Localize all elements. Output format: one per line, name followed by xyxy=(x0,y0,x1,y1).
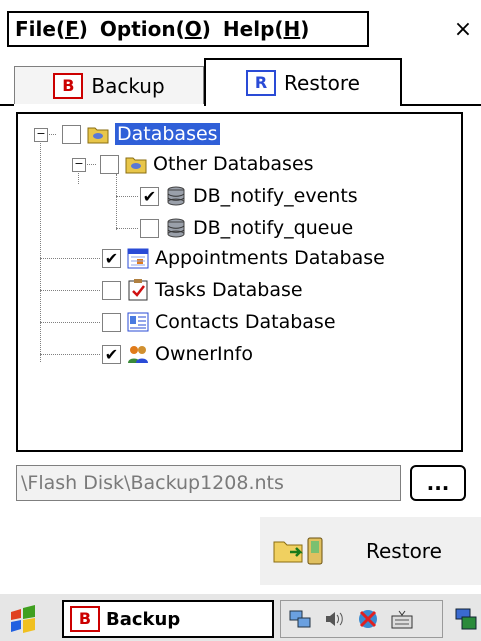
system-tray xyxy=(280,600,443,638)
tree-item-other-databases[interactable]: Other Databases xyxy=(100,149,314,179)
tree-item-ownerinfo[interactable]: ✔ OwnerInfo xyxy=(102,339,253,369)
tree-line xyxy=(40,258,100,259)
tree-item-label: Contacts Database xyxy=(155,311,336,333)
menu-file[interactable]: File(F) xyxy=(15,17,88,41)
checkbox[interactable] xyxy=(100,154,119,174)
tree-item-label: DB_notify_queue xyxy=(193,217,354,239)
tree-line xyxy=(116,174,117,230)
tree-item-appointments[interactable]: ✔ Appointments Database xyxy=(102,243,385,273)
tab-restore[interactable]: R Restore xyxy=(204,58,402,106)
browse-label: ... xyxy=(426,471,450,495)
backup-icon: B xyxy=(53,72,84,99)
database-tree[interactable]: − Databases − Other Databases ✔ DB_notif… xyxy=(16,112,463,452)
checkbox[interactable] xyxy=(102,280,121,300)
tree-line xyxy=(40,290,100,291)
sync-blocked-icon[interactable] xyxy=(357,608,379,630)
collapse-toggle[interactable]: − xyxy=(34,128,48,142)
desktop-icon[interactable] xyxy=(454,607,478,631)
restore-device-icon xyxy=(272,536,330,566)
tree-item-label: Appointments Database xyxy=(155,247,385,269)
tree-item-db-notify-events[interactable]: ✔ DB_notify_events xyxy=(140,181,358,211)
close-icon: × xyxy=(453,16,473,42)
restore-icon: R xyxy=(246,70,277,96)
calendar-icon xyxy=(127,247,149,269)
checkbox[interactable]: ✔ xyxy=(102,344,121,364)
tree-item-label: Tasks Database xyxy=(155,279,303,301)
keyboard-icon[interactable] xyxy=(391,608,413,630)
contact-card-icon xyxy=(127,311,149,333)
tab-restore-label: Restore xyxy=(284,71,360,95)
checkbox[interactable] xyxy=(102,312,121,332)
menu-help[interactable]: Help(H) xyxy=(223,17,310,41)
tree-item-label: DB_notify_events xyxy=(193,185,358,207)
checkbox[interactable] xyxy=(140,218,159,238)
database-folder-icon xyxy=(87,123,109,145)
tree-line xyxy=(40,322,100,323)
database-folder-icon xyxy=(125,153,147,175)
tab-backup[interactable]: B Backup xyxy=(14,66,204,104)
taskbar-app-backup[interactable]: B Backup xyxy=(62,600,274,638)
tree-item-label: OwnerInfo xyxy=(155,343,253,365)
volume-icon[interactable] xyxy=(323,608,345,630)
backup-file-path-field[interactable]: \Flash Disk\Backup1208.nts xyxy=(16,465,401,501)
path-value: \Flash Disk\Backup1208.nts xyxy=(21,472,284,494)
tab-divider-left xyxy=(0,104,14,106)
menu-bar: File(F) Option(O) Help(H) × xyxy=(0,0,481,56)
tree-item-label: Other Databases xyxy=(153,153,314,175)
tree-item-db-notify-queue[interactable]: DB_notify_queue xyxy=(140,213,353,243)
browse-button[interactable]: ... xyxy=(410,465,466,501)
tree-item-label: Databases xyxy=(115,123,220,145)
tab-backup-label: Backup xyxy=(91,73,165,98)
tree-item-contacts[interactable]: Contacts Database xyxy=(102,307,336,337)
database-icon xyxy=(165,217,187,239)
tree-item-tasks[interactable]: Tasks Database xyxy=(102,275,303,305)
tree-line xyxy=(116,196,138,197)
tree-line xyxy=(116,228,138,229)
database-icon xyxy=(165,185,187,207)
taskbar-app-label: Backup xyxy=(106,608,181,630)
restore-button-label: Restore xyxy=(366,539,442,563)
network-icon[interactable] xyxy=(289,608,311,630)
tab-strip: B Backup R Restore xyxy=(0,56,481,106)
tree-line xyxy=(40,354,100,355)
menu-strip: File(F) Option(O) Help(H) xyxy=(7,11,369,47)
collapse-toggle[interactable]: − xyxy=(72,158,86,172)
start-windows-icon[interactable] xyxy=(8,604,38,634)
checkbox[interactable]: ✔ xyxy=(140,186,159,206)
menu-option[interactable]: Option(O) xyxy=(100,17,211,41)
tree-item-databases[interactable]: Databases xyxy=(62,119,220,149)
people-icon xyxy=(127,343,149,365)
checkbox[interactable] xyxy=(62,124,81,144)
tab-divider-right xyxy=(402,104,481,106)
tree-line xyxy=(40,134,41,362)
backup-icon: B xyxy=(70,606,100,632)
restore-button[interactable]: Restore xyxy=(260,517,481,585)
task-list-icon xyxy=(127,279,149,301)
checkbox[interactable]: ✔ xyxy=(102,248,121,268)
taskbar: B Backup xyxy=(0,593,481,641)
close-button[interactable]: × xyxy=(448,12,478,46)
